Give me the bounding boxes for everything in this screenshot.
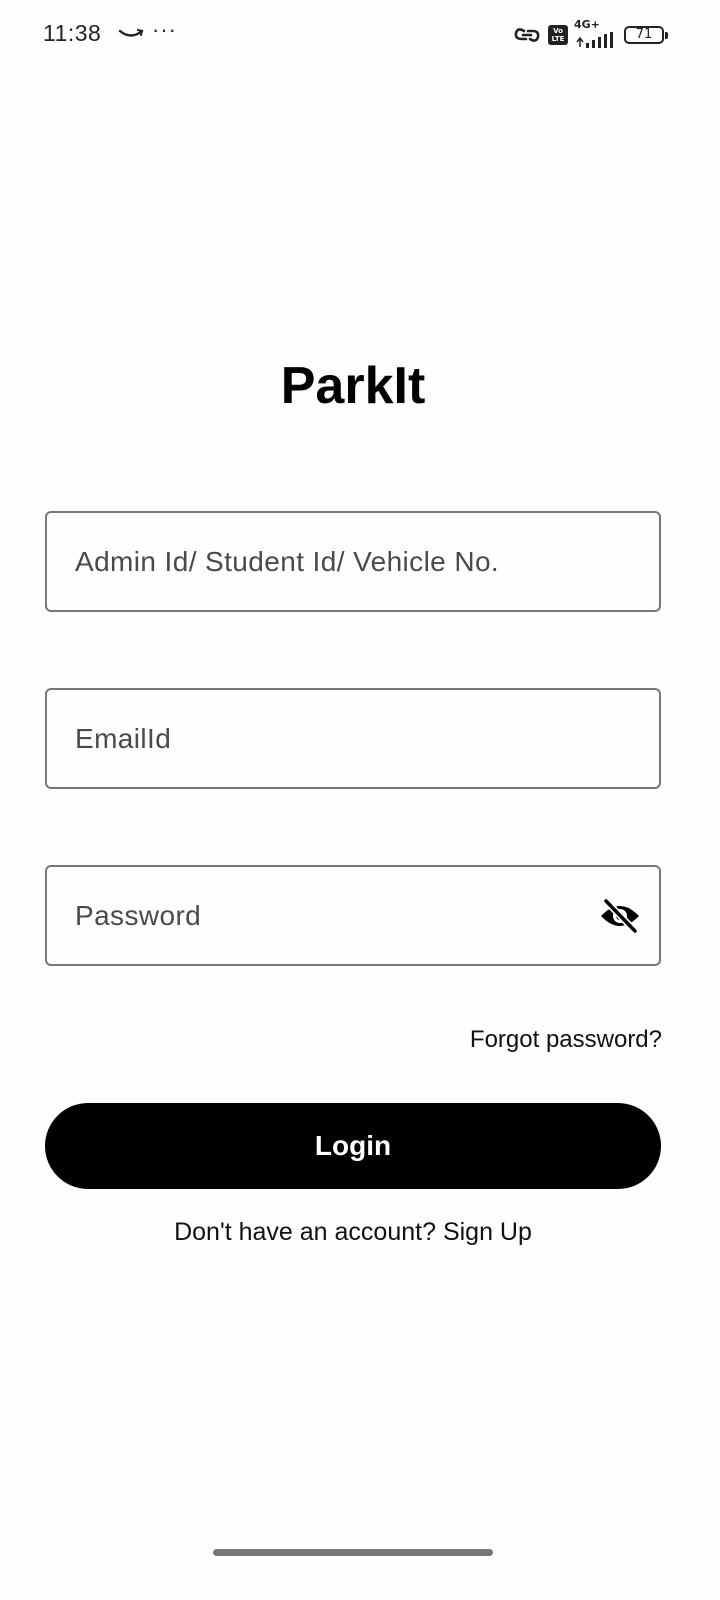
email-field[interactable] (45, 688, 661, 789)
signup-prompt-row: Don't have an account? Sign Up (0, 1218, 706, 1247)
status-bar: 11:38 ··· Vo LTE 4G+ 71 (0, 0, 720, 70)
app-title: ParkIt (280, 357, 426, 415)
battery-level: 71 (635, 27, 653, 42)
status-time: 11:38 (43, 20, 102, 46)
admin-id-field[interactable] (45, 511, 661, 612)
signal-icon: 4G+ (574, 18, 618, 48)
amazon-smile-icon (118, 29, 144, 37)
password-input[interactable] (75, 867, 595, 964)
network-type-label: 4G+ (574, 18, 600, 31)
signup-prompt-text: Don't have an account? (174, 1218, 436, 1246)
signal-bars-icon (576, 32, 613, 48)
more-notifications-icon: ··· (152, 17, 177, 42)
admin-id-input[interactable] (75, 513, 595, 610)
email-input[interactable] (75, 690, 595, 787)
signup-link[interactable]: Sign Up (443, 1218, 532, 1246)
eye-off-icon[interactable] (599, 898, 641, 934)
password-field[interactable] (45, 865, 661, 966)
volte-icon: Vo LTE (548, 25, 568, 45)
login-button[interactable]: Login (45, 1103, 661, 1189)
battery-icon: 71 (624, 26, 668, 44)
home-indicator[interactable] (213, 1549, 493, 1556)
status-icons: Vo LTE 4G+ 71 (512, 18, 668, 50)
forgot-password-link[interactable]: Forgot password? (470, 1026, 662, 1054)
link-icon (514, 28, 540, 42)
